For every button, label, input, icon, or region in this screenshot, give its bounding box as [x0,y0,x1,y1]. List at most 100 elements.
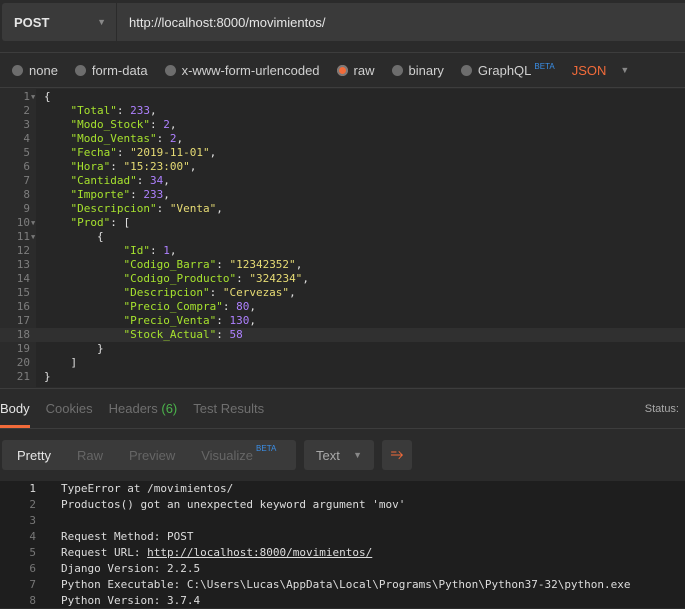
url-input[interactable]: http://localhost:8000/movimientos/ [117,15,326,30]
view-visualize[interactable]: Visualize BETA [188,444,289,463]
code-content: "Id": 1, [44,244,176,258]
text[interactable]: Request Method: POST [61,530,193,543]
code-content: "Prod": [ [44,216,131,230]
radio-binary[interactable]: binary [391,62,444,78]
response-toolbar: Pretty Raw Preview Visualize BETA Text ▼ ⥱ [2,440,412,470]
text[interactable]: Django Version: 2.2.5 [61,562,200,575]
radio-none[interactable]: none [12,63,58,78]
line-number: 20 [16,356,30,369]
token: 80 [236,300,250,313]
line-content: Productos() got an unexpected keyword ar… [61,497,405,513]
text[interactable]: Productos() got an unexpected keyword ar… [61,498,405,511]
chevron-down-icon: ▼ [97,17,106,27]
response-type-dropdown[interactable]: Text ▼ [304,440,374,470]
tab-test-results[interactable]: Test Results [193,389,264,428]
code-line: 16 "Precio_Compra": 80, [0,300,685,314]
token: 233 [130,104,150,117]
line-number: 2 [29,498,36,511]
token: : [130,188,144,201]
token: : [110,160,124,173]
token: } [44,370,51,383]
beta-badge: BETA [534,61,555,71]
fold-arrow-icon[interactable]: ▼ [31,230,35,244]
wrap-lines-button[interactable]: ⥱ [382,440,412,470]
view-pretty[interactable]: Pretty [2,448,64,463]
code-line: 8 "Importe": 233, [0,188,685,202]
line-content: Request Method: POST [61,529,193,545]
code-content: "Descripcion": "Cervezas", [44,286,296,300]
line-number: 8 [23,188,30,201]
method-select[interactable]: POST ▼ [2,3,117,41]
request-body-editor[interactable]: 1 ▼{2 "Total": 233, 3 "Modo_Stock": 2, 4 "M… [0,89,685,387]
token: "Stock_Actual" [123,328,217,341]
tab-headers[interactable]: Headers (6) [109,389,178,428]
token: : [222,300,237,313]
radio-label: form-data [91,62,148,78]
token: "Total" [70,104,117,117]
radio-circle-icon [391,64,403,76]
token: : [116,146,131,159]
code-content: { [44,230,104,244]
line-number: 5 [29,546,36,559]
code-line: 17 "Precio_Venta": 130, [0,314,685,328]
view-raw[interactable]: Raw [64,448,116,463]
text[interactable]: Python Executable: C:\Users\Lucas\AppDat… [61,578,631,591]
line-number: 3 [29,514,36,527]
tab-body[interactable]: Body [0,389,30,428]
text[interactable]: Request URL: [61,546,147,559]
radio-x-www-form-urlencoded[interactable]: x-www-form-urlencoded [164,63,320,78]
code-line: 20 ] [0,356,685,370]
radio-label: none [29,62,58,78]
radio-GraphQL[interactable]: GraphQL BETA [460,61,555,78]
token: { [44,230,104,243]
tab-label: Cookies [45,401,93,416]
code-line: 10 ▼ "Prod": [ [0,216,685,230]
radio-circle-icon [74,64,86,76]
view-preview[interactable]: Preview [116,448,188,463]
line-content: Request URL: http://localhost:8000/movim… [61,545,372,561]
text[interactable]: TypeError at /movimientos/ [61,482,233,495]
radio-form-data[interactable]: form-data [74,62,148,78]
token: } [44,342,104,355]
line-content: Python Version: 3.7.4 [61,593,200,609]
fold-arrow-icon[interactable]: ▼ [31,90,35,104]
line-number: 4 [23,132,30,145]
token: : [149,118,164,131]
radio-label: binary [408,62,444,78]
code-line: 3 "Modo_Stock": 2, [0,118,685,132]
token: "Codigo_Barra" [123,258,217,271]
token: { [44,90,51,103]
radio-label: GraphQL [477,62,532,78]
text[interactable]: Python Version: 3.7.4 [61,594,200,607]
token: : [216,314,230,327]
radio-raw[interactable]: raw [336,63,375,78]
code-line: 9 "Descripcion": "Venta", [0,202,685,216]
token: : [136,174,150,187]
token: ] [44,356,78,369]
token: "324234" [249,272,303,285]
line-number: 4 [29,530,36,543]
fold-arrow-icon[interactable]: ▼ [31,216,35,230]
code-line: 21} [0,370,685,384]
token: "Cervezas" [222,286,290,299]
line-number: 19 [16,342,30,355]
response-tabs: Body Cookies Headers (6) Test Results Status… [0,388,685,429]
token: , [289,286,296,299]
token: "Id" [123,244,150,257]
line-number: 6 [23,160,30,173]
response-body[interactable]: 1 TypeError at /movimientos/2 Productos() … [0,481,685,608]
code-content: "Cantidad": 34, [44,174,170,188]
code-line: 12 "Id": 1, [0,244,685,258]
line-number: 15 [16,286,30,299]
format-dropdown[interactable]: JSON [572,63,607,78]
response-line: 3 [0,513,685,529]
tab-cookies[interactable]: Cookies [46,389,93,428]
url-link[interactable]: http://localhost:8000/movimientos/ [147,546,372,559]
